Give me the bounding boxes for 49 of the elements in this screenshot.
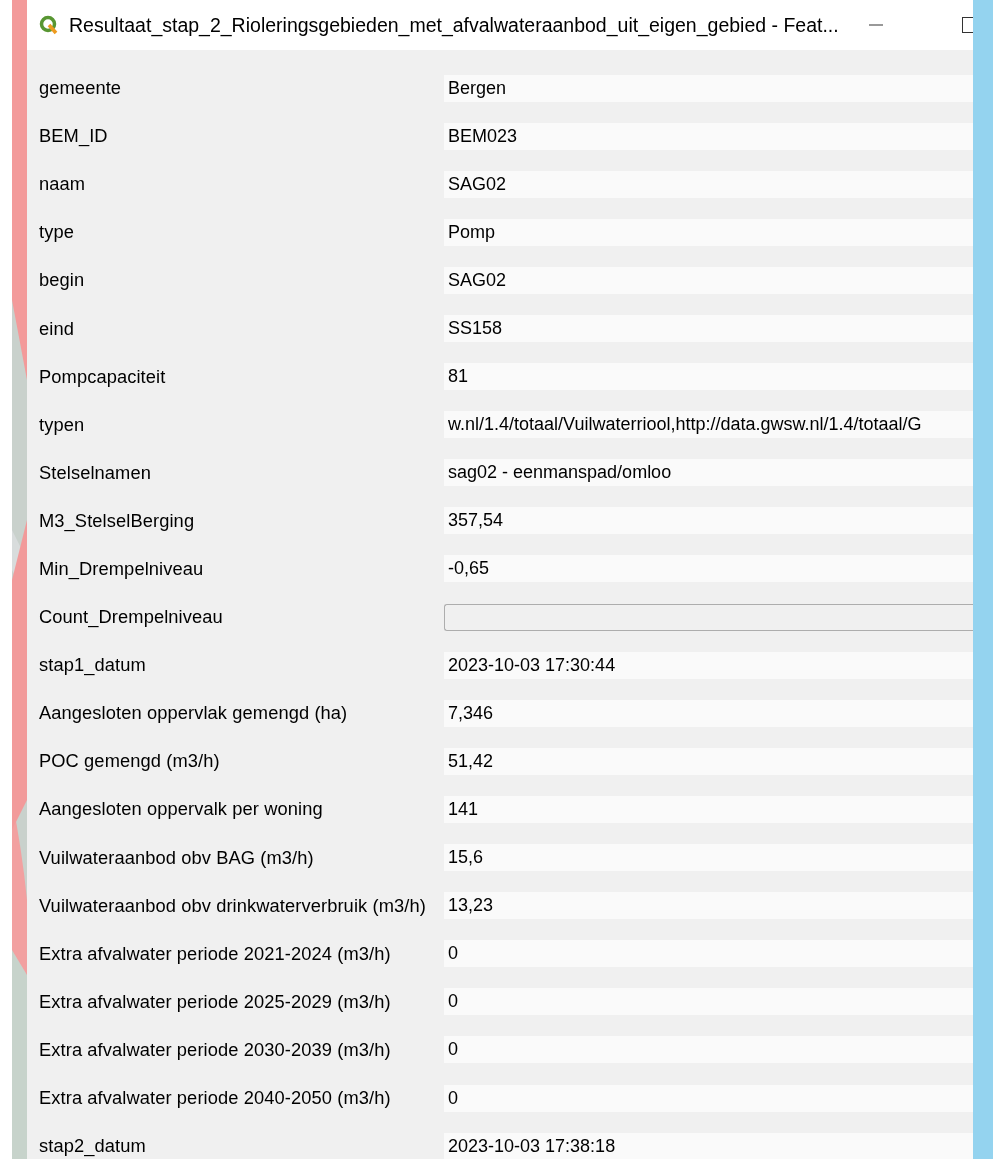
field-label: Stelselnamen	[38, 461, 152, 484]
value-field[interactable]: 7,346	[444, 699, 973, 727]
value-field[interactable]: sag02 - eenmanspad/omloo	[444, 459, 973, 487]
value-field[interactable]: 15,6	[444, 844, 973, 872]
value-field[interactable]: 2023-10-03 17:38:18	[444, 1132, 973, 1159]
value-field[interactable]: w.nl/1.4/totaal/Vuilwaterriool,http://data.gwsw.nl/1.4/totaal/G	[444, 411, 973, 439]
value-field[interactable]: 51,42	[444, 747, 973, 775]
value-field[interactable]: SAG02	[444, 170, 973, 198]
field-label: type	[38, 221, 75, 244]
field-label: BEM_ID	[38, 125, 109, 148]
field-label: stap2_datum	[38, 1135, 147, 1158]
field-label: eind	[38, 317, 75, 340]
field-label: M3_StelselBerging	[38, 509, 196, 532]
value-field[interactable]: -0,65	[444, 555, 973, 583]
input-field[interactable]	[444, 603, 973, 631]
field-label: typen	[38, 413, 86, 436]
field-label: Extra afvalwater periode 2025-2029 (m3/h)	[38, 990, 392, 1013]
field-label: Min_Drempelniveau	[38, 558, 205, 580]
value-field[interactable]: SAG02	[444, 266, 973, 294]
value-field[interactable]: 81	[444, 363, 973, 391]
field-label: naam	[38, 173, 87, 196]
field-label: Vuilwateraanbod obv BAG (m3/h)	[38, 846, 315, 869]
field-label: Aangesloten oppervalk per woning	[38, 798, 324, 821]
value-field[interactable]: Pomp	[444, 218, 973, 246]
field-label: Extra afvalwater periode 2040-2050 (m3/h)	[38, 1087, 392, 1109]
value-field[interactable]: 0	[444, 1036, 973, 1064]
field-label: Vuilwateraanbod obv drinkwaterverbruik (m3/h)	[38, 894, 427, 917]
field-label: Extra afvalwater periode 2030-2039 (m3/h)	[38, 1038, 392, 1061]
field-label: POC gemengd (m3/h)	[38, 750, 221, 773]
value-field[interactable]: Bergen	[444, 74, 973, 102]
value-field[interactable]: 141	[444, 795, 973, 823]
field-label: gemeente	[38, 77, 123, 100]
field-label: Aangesloten oppervlak gemengd (ha)	[38, 702, 349, 725]
value-field[interactable]: 357,54	[444, 507, 973, 535]
window-title: Resultaat_stap_2_Rioleringsgebieden_met_afvalwateraanbod_uit_eigen_gebied - Feat...	[69, 13, 839, 37]
value-field[interactable]: BEM023	[444, 122, 973, 150]
minimize-button[interactable]	[868, 24, 883, 26]
field-label: Count_Drempelniveau	[38, 606, 224, 629]
value-field[interactable]: 0	[444, 940, 973, 968]
field-label: stap1_datum	[38, 654, 147, 677]
value-field[interactable]: 13,23	[444, 892, 973, 920]
field-label: Extra afvalwater periode 2021-2024 (m3/h)	[38, 942, 392, 965]
value-field[interactable]: 0	[444, 1084, 973, 1112]
field-label: Pompcapaciteit	[38, 365, 167, 388]
value-field[interactable]: SS158	[444, 315, 973, 342]
value-field[interactable]: 0	[444, 988, 973, 1016]
value-field[interactable]: 2023-10-03 17:30:44	[444, 651, 973, 679]
app-logo-icon	[39, 15, 59, 35]
field-label: begin	[38, 269, 86, 292]
